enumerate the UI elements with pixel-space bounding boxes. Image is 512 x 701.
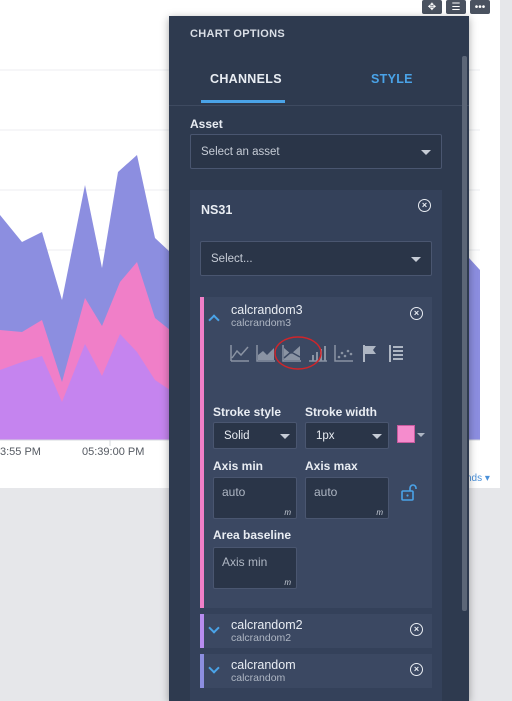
- chevron-down-icon[interactable]: [417, 433, 425, 437]
- remove-channel-icon[interactable]: ×: [410, 307, 423, 320]
- area-baseline-placeholder: Axis min: [222, 555, 268, 569]
- color-swatch[interactable]: [397, 425, 415, 443]
- active-tab-indicator: [201, 100, 285, 103]
- channel-select-value: Select...: [211, 252, 253, 265]
- channel-subname: calcrandom2: [231, 632, 292, 644]
- stroke-width-value: 1px: [316, 429, 335, 442]
- more-icon[interactable]: •••: [470, 0, 490, 14]
- channel-item-calcrandom3: calcrandom3 calcrandom3 × Stroke style S…: [200, 297, 432, 608]
- asset-select-value: Select an asset: [201, 145, 280, 158]
- channel-subname: calcrandom3: [231, 317, 292, 329]
- area-baseline-input[interactable]: Axis min m: [213, 547, 297, 589]
- tab-channels[interactable]: CHANNELS: [210, 72, 282, 86]
- line-chart-icon[interactable]: [229, 342, 251, 364]
- asset-label: Asset: [190, 117, 223, 131]
- chart-toolbar: ✥ ☰ •••: [422, 0, 490, 14]
- unit-marker: m: [284, 578, 291, 587]
- panel-tabs: CHANNELS STYLE: [169, 54, 469, 106]
- flag-icon[interactable]: [359, 342, 381, 364]
- legend-toggle[interactable]: nds ▾: [466, 473, 490, 484]
- stroke-style-select[interactable]: Solid: [213, 422, 297, 449]
- axis-max-label: Axis max: [305, 459, 358, 473]
- channel-select[interactable]: Select...: [200, 241, 432, 276]
- chevron-down-icon: [280, 433, 290, 439]
- remove-group-icon[interactable]: ×: [418, 199, 431, 212]
- channel-item-calcrandom2[interactable]: calcrandom2 calcrandom2 ×: [200, 614, 432, 648]
- unit-marker: m: [284, 508, 291, 517]
- tab-style[interactable]: STYLE: [371, 72, 413, 86]
- axis-min-value: auto: [222, 485, 246, 499]
- axis-min-label: Axis min: [213, 459, 264, 473]
- channel-name: calcrandom3: [231, 303, 303, 317]
- move-icon[interactable]: ✥: [422, 0, 442, 14]
- area-baseline-label: Area baseline: [213, 528, 292, 542]
- x-tick-label: 05:39:00 PM: [82, 446, 145, 458]
- panel-scrollbar[interactable]: [462, 56, 467, 611]
- panel-title: CHART OPTIONS: [190, 28, 285, 40]
- stroke-style-label: Stroke style: [213, 405, 282, 419]
- remove-channel-icon[interactable]: ×: [410, 623, 423, 636]
- axis-max-value: auto: [314, 485, 338, 499]
- chevron-up-icon[interactable]: [208, 314, 220, 326]
- channel-subname: calcrandom: [231, 672, 286, 684]
- scatter-chart-icon[interactable]: [333, 342, 355, 364]
- channel-name: calcrandom: [231, 658, 296, 672]
- chevron-down-icon[interactable]: [208, 622, 220, 634]
- caret-down-icon: ▾: [484, 473, 490, 484]
- group-name: NS31: [201, 203, 233, 217]
- x-tick-label: 3:55 PM: [0, 446, 41, 458]
- asset-select[interactable]: Select an asset: [190, 134, 442, 169]
- channel-group: NS31 × Select... calcrandom3 calcrandom3…: [190, 190, 442, 701]
- stroke-width-select[interactable]: 1px: [305, 422, 389, 449]
- list-icon[interactable]: [385, 342, 407, 364]
- chevron-down-icon: [372, 433, 382, 439]
- channel-name: calcrandom2: [231, 618, 303, 632]
- chart-options-panel: CHART OPTIONS CHANNELS STYLE Asset Selec…: [169, 16, 469, 701]
- sliders-icon[interactable]: ☰: [446, 0, 466, 14]
- chevron-down-icon[interactable]: [208, 662, 220, 674]
- stroke-width-label: Stroke width: [305, 405, 378, 419]
- highlight-circle: [274, 336, 322, 370]
- remove-channel-icon[interactable]: ×: [410, 663, 423, 676]
- axis-max-input[interactable]: auto m: [305, 477, 389, 519]
- stroke-style-value: Solid: [224, 429, 250, 442]
- axis-min-input[interactable]: auto m: [213, 477, 297, 519]
- unit-marker: m: [376, 508, 383, 517]
- unlock-icon[interactable]: [400, 483, 418, 501]
- chevron-down-icon: [421, 149, 431, 155]
- channel-item-calcrandom[interactable]: calcrandom calcrandom ×: [200, 654, 432, 688]
- chevron-down-icon: [411, 256, 421, 262]
